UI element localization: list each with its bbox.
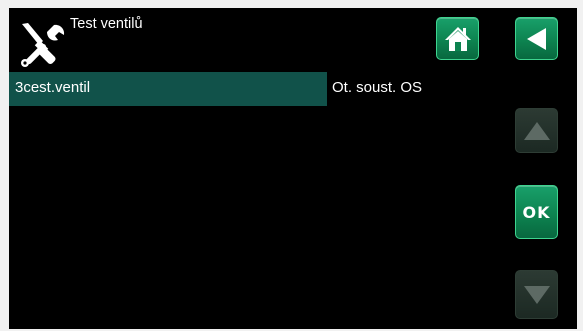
home-button[interactable] — [436, 17, 479, 60]
scroll-down-button[interactable] — [515, 270, 558, 319]
back-button[interactable] — [515, 17, 558, 60]
arrow-up-icon — [523, 121, 550, 140]
list-item[interactable]: 3cest.ventil Ot. soust. OS — [9, 72, 499, 106]
list-item-value: Ot. soust. OS — [332, 79, 423, 96]
screen: Test ventilů 3cest.ventil Ot. soust. OS … — [9, 8, 577, 329]
wrench-screwdriver-icon — [21, 23, 65, 67]
scroll-up-button[interactable] — [515, 108, 558, 153]
ok-label: OK — [522, 202, 551, 222]
home-icon — [444, 26, 471, 51]
arrow-down-icon — [523, 285, 550, 304]
back-arrow-icon — [526, 27, 546, 50]
ok-button[interactable]: OK — [515, 185, 558, 239]
page-title: Test ventilů — [70, 16, 143, 32]
menu-list: 3cest.ventil Ot. soust. OS — [9, 72, 499, 106]
list-item-label: 3cest.ventil — [9, 72, 327, 106]
